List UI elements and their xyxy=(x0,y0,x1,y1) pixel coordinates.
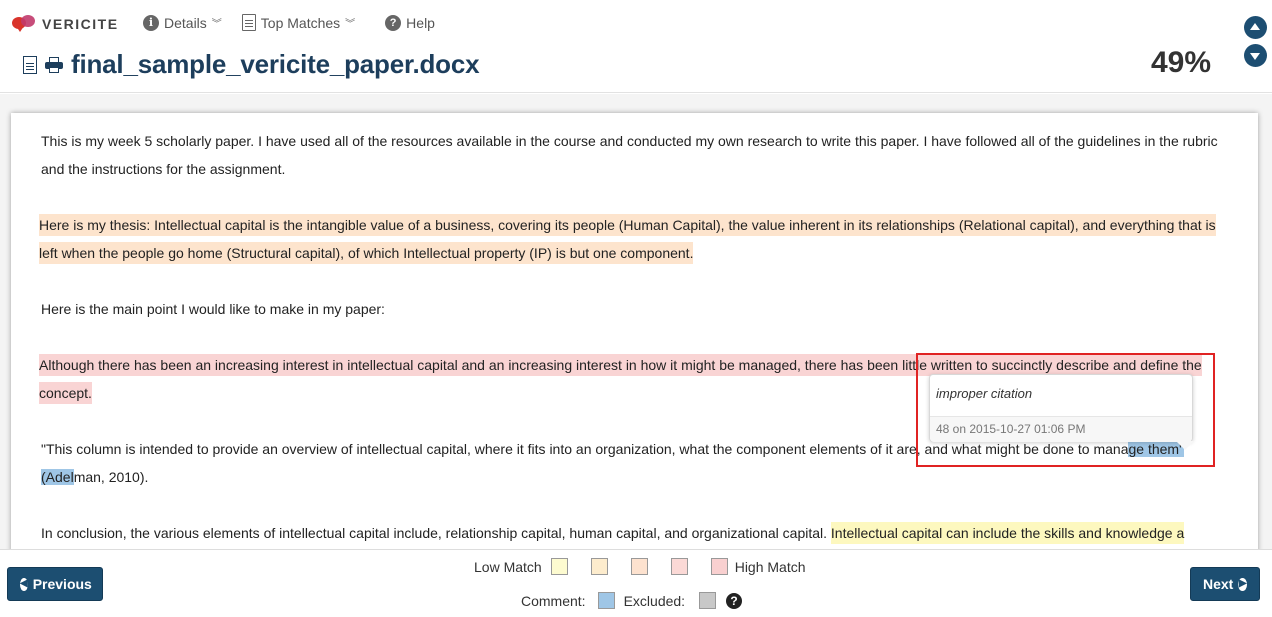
paragraph-main-point: Here is the main point I would like to m… xyxy=(41,301,385,317)
paragraph-conclusion: In conclusion, the various elements of i… xyxy=(39,519,1224,547)
document-title-row: final_sample_vericite_paper.docx xyxy=(23,49,480,80)
match-swatch-5 xyxy=(710,558,728,575)
details-menu[interactable]: i Details ︾ xyxy=(143,14,222,31)
match-highlight[interactable]: Here is my thesis: Intellectual capital … xyxy=(39,214,1216,264)
brand-name: VERICITE xyxy=(42,16,119,32)
double-chevron-down-icon: ︾ xyxy=(345,19,356,30)
previous-label: Previous xyxy=(32,576,92,592)
brand[interactable]: VERICITE xyxy=(12,15,119,33)
comment-label: Comment: xyxy=(521,592,586,609)
vericite-logo-icon xyxy=(12,15,36,33)
low-match-label: Low Match xyxy=(474,558,542,575)
header: VERICITE i Details ︾ Top Matches ︾ ? Hel… xyxy=(0,0,1272,93)
next-label: Next xyxy=(1203,576,1234,592)
match-legend: Low Match High Match xyxy=(474,558,806,575)
comment-swatch xyxy=(597,592,615,609)
match-swatch-1 xyxy=(550,558,568,575)
document-icon xyxy=(241,14,256,31)
help-icon[interactable]: ? xyxy=(726,592,743,609)
comment-legend: Comment: Excluded: ? xyxy=(521,592,743,609)
question-icon: ? xyxy=(385,14,402,31)
high-match-label: High Match xyxy=(734,558,806,575)
conclusion-text: In conclusion, the various elements of i… xyxy=(41,525,831,541)
next-button[interactable]: Next ▶ xyxy=(1190,567,1260,601)
annotation-red-box xyxy=(916,353,1215,467)
arrow-left-icon: ◀ xyxy=(20,577,28,591)
previous-button[interactable]: ◀ Previous xyxy=(7,567,103,601)
page-title: final_sample_vericite_paper.docx xyxy=(71,49,480,79)
top-nav: i Details ︾ Top Matches ︾ ? Help xyxy=(143,14,435,31)
match-swatch-4 xyxy=(670,558,688,575)
file-icon[interactable] xyxy=(23,55,37,74)
top-matches-menu[interactable]: Top Matches ︾ xyxy=(241,14,356,31)
print-icon[interactable] xyxy=(45,56,63,73)
arrow-right-icon: ▶ xyxy=(1238,577,1247,591)
top-matches-label: Top Matches xyxy=(260,14,341,31)
excluded-swatch xyxy=(699,592,717,609)
paragraph-intro: This is my week 5 scholarly paper. I hav… xyxy=(41,133,1218,177)
excluded-label: Excluded: xyxy=(623,592,686,609)
paragraph-thesis: Here is my thesis: Intellectual capital … xyxy=(39,211,1224,267)
footer: ◀ Previous Low Match High Match Comment:… xyxy=(0,549,1272,617)
scroll-up-button[interactable] xyxy=(1244,16,1267,39)
double-chevron-down-icon: ︾ xyxy=(211,19,222,30)
comment-highlight[interactable]: (Adel xyxy=(41,469,74,485)
match-highlight[interactable]: Intellectual capital can include the ski… xyxy=(830,522,1185,544)
match-swatch-2 xyxy=(590,558,608,575)
scroll-down-button[interactable] xyxy=(1244,44,1267,67)
similarity-score: 49% xyxy=(1150,46,1211,79)
details-label: Details xyxy=(164,14,207,31)
match-swatch-3 xyxy=(630,558,648,575)
citation-text: man, 2010). xyxy=(73,469,149,485)
info-icon: i xyxy=(143,14,159,31)
help-label: Help xyxy=(406,14,435,31)
help-link[interactable]: ? Help xyxy=(385,14,435,31)
document-paper: This is my week 5 scholarly paper. I hav… xyxy=(11,113,1258,553)
document-content: This is my week 5 scholarly paper. I hav… xyxy=(39,127,1224,553)
